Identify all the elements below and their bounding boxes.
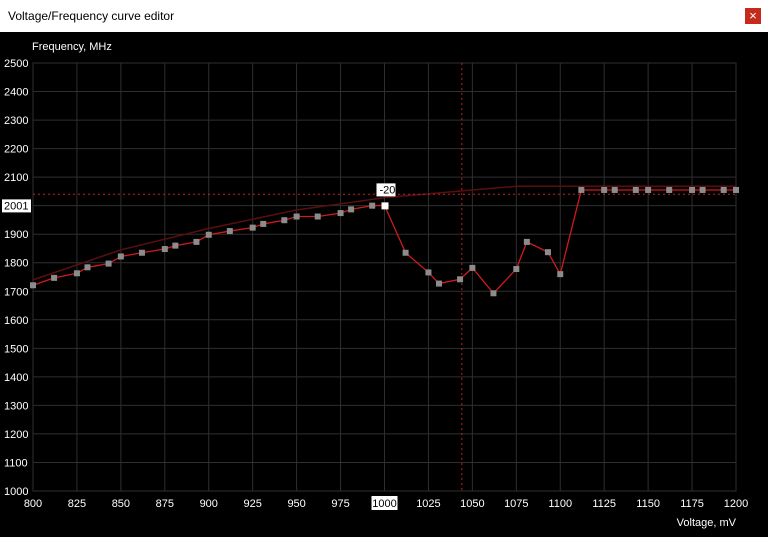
x-tick-label: 1075 bbox=[504, 498, 528, 510]
close-icon: × bbox=[749, 8, 757, 23]
x-tick-label: 1100 bbox=[548, 498, 572, 510]
x-tick-label: 1200 bbox=[724, 498, 748, 510]
y-tick-label: 1900 bbox=[4, 229, 28, 241]
curve-point[interactable] bbox=[645, 186, 652, 193]
curve-point[interactable] bbox=[193, 238, 200, 245]
curve-point[interactable] bbox=[601, 186, 608, 193]
y-tick-label: 1200 bbox=[4, 429, 28, 441]
curve-point[interactable] bbox=[314, 213, 321, 220]
x-tick-label: 975 bbox=[331, 498, 349, 510]
curve-point[interactable] bbox=[469, 264, 476, 271]
curve-point[interactable] bbox=[457, 276, 464, 283]
y-tick-label: 1700 bbox=[4, 286, 28, 298]
curve-point[interactable] bbox=[402, 249, 409, 256]
curve-point[interactable] bbox=[578, 186, 585, 193]
x-tick-label: 950 bbox=[287, 498, 305, 510]
curve-point[interactable] bbox=[293, 213, 300, 220]
curve-point[interactable] bbox=[105, 260, 112, 267]
vf-curve-canvas[interactable]: 800 825 850 875 900 925 950 975 1000 1025 1050 1075… bbox=[0, 32, 768, 532]
y-tick-label: 1300 bbox=[4, 400, 28, 412]
curve-point[interactable] bbox=[205, 231, 212, 238]
curve-point[interactable] bbox=[699, 186, 706, 193]
x-tick-label: 1125 bbox=[592, 498, 616, 510]
x-tick-label: 850 bbox=[112, 498, 130, 510]
curve-point[interactable] bbox=[260, 220, 267, 227]
selected-voltage-label: 1000 bbox=[372, 498, 396, 510]
curve-point[interactable] bbox=[523, 238, 530, 245]
y-tick-label: 2300 bbox=[4, 115, 28, 127]
curve-point[interactable] bbox=[666, 186, 673, 193]
curve-point[interactable] bbox=[425, 269, 432, 276]
offset-label: -20 bbox=[380, 184, 396, 196]
x-tick-label: 1025 bbox=[416, 498, 440, 510]
y-tick-label: 1100 bbox=[4, 457, 28, 469]
x-tick-label: 875 bbox=[156, 498, 174, 510]
curve-point[interactable] bbox=[249, 224, 256, 231]
curve-point[interactable] bbox=[117, 253, 124, 260]
curve-point[interactable] bbox=[337, 210, 344, 217]
curve-point[interactable] bbox=[544, 249, 551, 256]
y-tick-label: 1500 bbox=[4, 343, 28, 355]
vf-curve-graph[interactable]: 800 825 850 875 900 925 950 975 1000 1025 1050 1075… bbox=[0, 32, 768, 532]
y-tick-label: 1400 bbox=[4, 372, 28, 384]
curve-point[interactable] bbox=[30, 282, 36, 289]
y-tick-label: 2200 bbox=[4, 144, 28, 156]
y-axis-title: Frequency, MHz bbox=[32, 41, 112, 53]
y-tick-label: 1000 bbox=[4, 486, 28, 498]
curve-point[interactable] bbox=[281, 217, 288, 224]
curve-point[interactable] bbox=[689, 186, 696, 193]
x-tick-label: 825 bbox=[68, 498, 86, 510]
curve-point[interactable] bbox=[226, 228, 233, 235]
x-tick-label: 1150 bbox=[636, 498, 660, 510]
curve-point[interactable] bbox=[84, 264, 91, 271]
curve-point[interactable] bbox=[161, 246, 168, 253]
y-tick-label: 1800 bbox=[4, 258, 28, 270]
title-bar: Voltage/Frequency curve editor × bbox=[0, 0, 768, 32]
selected-curve-point[interactable] bbox=[381, 202, 389, 210]
x-tick-label: 1175 bbox=[680, 498, 704, 510]
y-tick-label: 2100 bbox=[4, 172, 28, 184]
curve-point[interactable] bbox=[611, 186, 618, 193]
close-button[interactable]: × bbox=[745, 8, 761, 24]
curve-point[interactable] bbox=[51, 274, 58, 281]
window-title: Voltage/Frequency curve editor bbox=[8, 9, 175, 23]
curve-point[interactable] bbox=[733, 186, 739, 193]
x-tick-label: 925 bbox=[244, 498, 262, 510]
x-tick-label: 900 bbox=[200, 498, 218, 510]
y-tick-label: 2400 bbox=[4, 87, 28, 99]
curve-point[interactable] bbox=[348, 206, 355, 213]
x-axis-title: Voltage, mV bbox=[677, 517, 737, 529]
y-tick-label: 1600 bbox=[4, 315, 28, 327]
x-tick-label: 800 bbox=[24, 498, 42, 510]
selected-frequency-label: 2001 bbox=[4, 200, 28, 212]
x-tick-label: 1050 bbox=[460, 498, 484, 510]
curve-point[interactable] bbox=[138, 249, 145, 256]
curve-point[interactable] bbox=[369, 202, 376, 209]
curve-point[interactable] bbox=[435, 280, 442, 287]
curve-point[interactable] bbox=[172, 242, 179, 249]
y-tick-label: 2500 bbox=[4, 58, 28, 70]
curve-point[interactable] bbox=[490, 290, 497, 297]
curve-point[interactable] bbox=[720, 186, 727, 193]
curve-point[interactable] bbox=[73, 270, 80, 277]
curve-point[interactable] bbox=[632, 186, 639, 193]
curve-point[interactable] bbox=[513, 266, 520, 273]
curve-point[interactable] bbox=[557, 271, 564, 278]
